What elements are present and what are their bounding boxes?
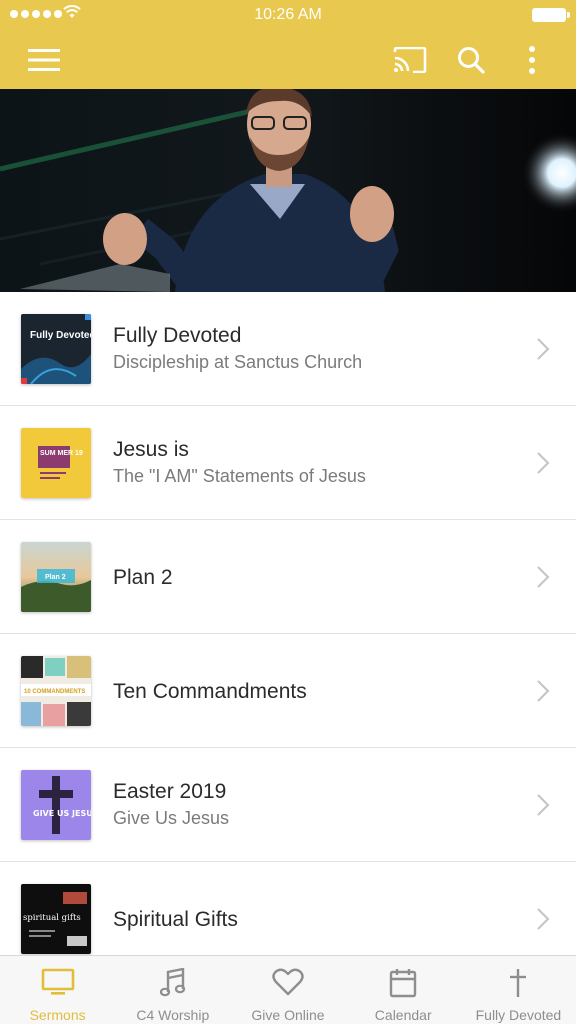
list-item-spiritual-gifts[interactable]: spiritual gifts Spiritual Gifts [0,862,576,955]
series-thumbnail: 10 COMMANDMENTS [21,656,91,726]
status-time: 10:26 AM [254,6,322,23]
search-icon [458,47,485,74]
thumb-text: spiritual gifts [23,913,81,923]
chevron-right-icon [537,908,550,930]
tab-give-online[interactable]: Give Online [230,956,345,1024]
music-note-icon [159,968,185,997]
chevron-right-icon [537,452,550,474]
series-subtitle: The "I AM" Statements of Jesus [113,466,366,486]
series-thumbnail: Fully Devoted [21,314,91,384]
list-item-ten-commandments[interactable]: 10 COMMANDMENTS Ten Commandments [0,634,576,748]
tab-label: Give Online [251,1007,325,1023]
series-title: Jesus is [113,438,189,461]
more-vertical-icon [529,46,535,74]
tab-calendar[interactable]: Calendar [346,956,461,1024]
chevron-right-icon [537,794,550,816]
menu-icon [28,49,60,71]
series-thumbnail: spiritual gifts [21,884,91,954]
heart-icon [272,968,304,996]
series-title: Easter 2019 [113,780,227,803]
series-subtitle: Give Us Jesus [113,808,230,828]
tab-label: Calendar [374,1007,432,1023]
hero-banner-image [0,89,576,292]
cast-button[interactable] [388,38,432,82]
thumb-text: 10 COMMANDMENTS [24,689,85,695]
thumb-text: GIVE US JESUS [33,809,91,818]
tab-sermons[interactable]: Sermons [0,956,115,1024]
calendar-icon [390,969,417,998]
monitor-icon [41,968,74,995]
sermon-series-list: Fully Devoted Fully Devoted Discipleship… [0,292,576,955]
series-title: Spiritual Gifts [113,908,238,931]
series-thumbnail: GIVE US JESUS [21,770,91,840]
cross-icon [510,969,527,997]
menu-button[interactable] [22,38,66,82]
list-item-easter-2019[interactable]: GIVE US JESUS Easter 2019 Give Us Jesus [0,748,576,862]
tab-c4-worship[interactable]: C4 Worship [115,956,230,1024]
list-item-jesus-is[interactable]: SUM MER 19 Jesus is The "I AM" Statement… [0,406,576,520]
search-button[interactable] [449,38,493,82]
series-subtitle: Discipleship at Sanctus Church [113,352,363,372]
tab-label: C4 Worship [136,1007,210,1023]
tab-label: Sermons [29,1007,86,1023]
app-header: 10:26 AM [0,0,576,89]
list-item-plan-2[interactable]: Plan 2 Plan 2 [0,520,576,634]
thumb-text: Plan 2 [45,574,66,581]
status-bar: 10:26 AM [0,0,576,30]
series-title: Ten Commandments [113,680,307,703]
more-options-button[interactable] [510,38,554,82]
series-thumbnail: SUM MER 19 [21,428,91,498]
battery-icon [532,8,570,22]
cast-icon [393,47,427,73]
tab-fully-devoted[interactable]: Fully Devoted [461,956,576,1024]
series-title: Fully Devoted [113,324,242,347]
bottom-tab-bar: Sermons C4 Worship Give Online Calendar … [0,955,576,1024]
chevron-right-icon [537,338,550,360]
thumb-text: Fully Devoted [30,330,91,341]
series-title: Plan 2 [113,566,173,589]
list-item-fully-devoted[interactable]: Fully Devoted Fully Devoted Discipleship… [0,292,576,406]
chevron-right-icon [537,680,550,702]
series-thumbnail: Plan 2 [21,542,91,612]
chevron-right-icon [537,566,550,588]
thumb-text: SUM MER 19 [40,450,83,457]
tab-label: Fully Devoted [475,1007,562,1023]
